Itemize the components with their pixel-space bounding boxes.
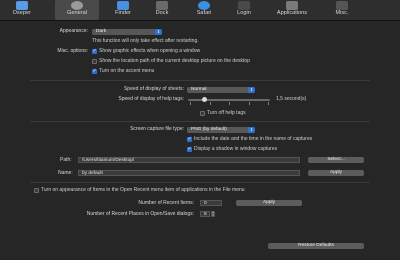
select-button[interactable]: Select... — [308, 157, 364, 163]
tab-dock[interactable]: Dock — [140, 0, 184, 20]
tab-applications[interactable]: Applications — [270, 0, 314, 20]
chevron-updown-icon: ⇕ — [248, 86, 255, 93]
capture-shadow-label: Display a shadow in window captures — [194, 146, 278, 152]
misc-options-label: Misc. options: — [57, 48, 88, 54]
gear-icon — [71, 1, 83, 10]
help-tags-speed-label: Speed of display of help tags: — [118, 96, 184, 102]
recent-places-stepper[interactable]: ▴ ▾ — [211, 211, 215, 217]
accent-menu-label: Turn on the accent menu — [99, 68, 155, 74]
name-field[interactable]: by default — [78, 170, 300, 176]
tab-general[interactable]: General — [55, 0, 99, 20]
slider-knob[interactable] — [201, 97, 207, 102]
capture-apply-button[interactable]: Apply — [308, 170, 364, 176]
desktop-path-checkbox[interactable] — [92, 59, 97, 64]
slider-tick — [190, 102, 191, 105]
recent-items-count-field[interactable]: 0 — [200, 200, 222, 206]
chevron-updown-icon: ⇕ — [248, 126, 255, 133]
capture-type-popup[interactable]: PNG (by default) ⇕ — [187, 126, 255, 133]
recent-places-label: Number of Recent Places in Open/Save dia… — [86, 211, 194, 217]
toolbar: Dseper General Finder Dock Safari Login … — [0, 0, 400, 21]
desktop-path-label: Show the location path of the current de… — [99, 58, 250, 64]
finder-icon — [117, 1, 129, 10]
slider-tick — [249, 102, 250, 105]
safari-compass-icon — [198, 1, 210, 10]
preferences-window: Dseper General Finder Dock Safari Login … — [0, 0, 400, 260]
sheets-speed-popup[interactable]: Normal ⇕ — [187, 86, 255, 93]
slider-tick — [268, 102, 269, 105]
login-icon — [238, 1, 250, 10]
graphic-effects-label: Show graphic effects when opening a wind… — [99, 48, 201, 54]
name-label: Name: — [58, 170, 73, 176]
sheets-speed-label: Speed of display of sheets: — [123, 86, 184, 92]
tab-safari[interactable]: Safari — [182, 0, 226, 20]
recent-items-checkbox[interactable] — [34, 188, 39, 193]
divider — [30, 121, 370, 122]
divider — [30, 182, 370, 183]
chevron-updown-icon: ⇕ — [155, 28, 162, 35]
capture-date-checkbox[interactable] — [187, 136, 192, 142]
path-field[interactable]: /Users/titanium/Desktop/ — [78, 157, 300, 163]
graphic-effects-checkbox[interactable] — [92, 48, 97, 54]
applications-icon — [286, 1, 298, 10]
tab-dseper[interactable]: Dseper — [0, 0, 44, 20]
capture-shadow-checkbox[interactable] — [187, 146, 192, 152]
recent-items-count-label: Number of Recent Items: — [138, 200, 194, 206]
dock-icon — [156, 1, 168, 10]
tab-finder[interactable]: Finder — [101, 0, 145, 20]
slider-tick — [210, 102, 211, 105]
misc-icon — [336, 1, 348, 10]
turn-off-help-tags-checkbox[interactable] — [200, 111, 205, 116]
slider-track — [188, 99, 270, 101]
turn-off-help-tags-label: Turn off help tags — [207, 110, 246, 116]
restore-defaults-button[interactable]: Restore Defaults — [268, 243, 364, 249]
help-tags-value: 1,5 second(s) — [276, 96, 307, 102]
tab-login[interactable]: Login — [222, 0, 266, 20]
recent-places-field[interactable]: 5 — [200, 211, 210, 217]
slider-tick — [229, 102, 230, 105]
divider — [30, 80, 370, 81]
recent-items-label: Turn on appearance of Items in the Open … — [41, 187, 245, 193]
appearance-note: This function will only take effect afte… — [92, 38, 199, 44]
finder-face-icon — [16, 1, 28, 10]
tab-misc[interactable]: Misc. — [320, 0, 364, 20]
capture-date-label: Include the date and the time in the nam… — [194, 136, 313, 142]
appearance-label: Appearance: — [59, 28, 88, 34]
capture-type-label: Screen capture file type: — [130, 126, 184, 132]
recent-apply-button[interactable]: Apply — [236, 200, 302, 206]
appearance-popup[interactable]: Dark ⇕ — [92, 28, 162, 35]
path-label: Path: — [60, 157, 72, 163]
accent-menu-checkbox[interactable] — [92, 68, 97, 74]
